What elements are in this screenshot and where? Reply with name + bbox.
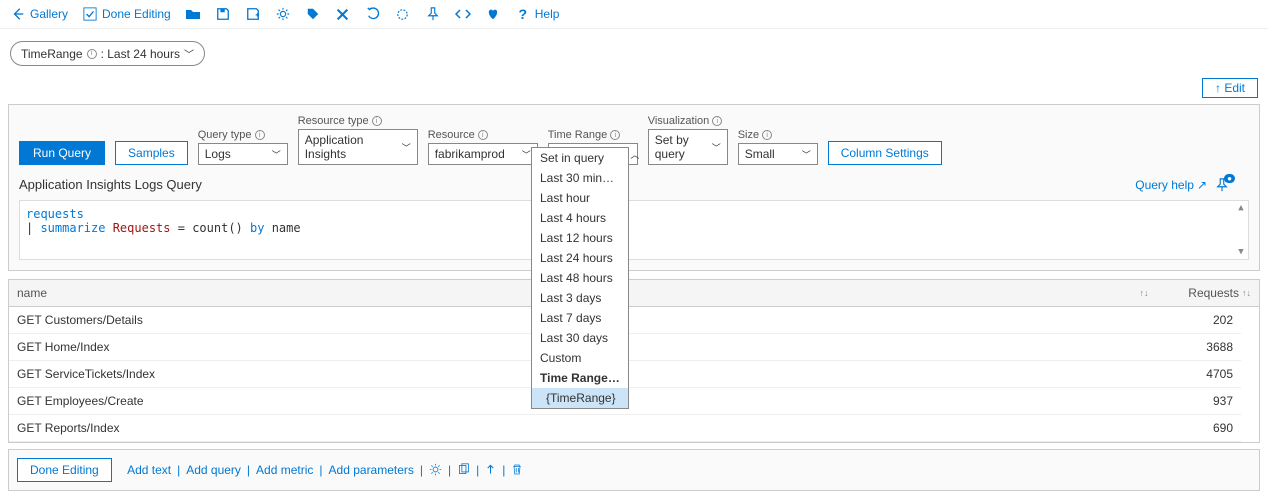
scrollbar[interactable]: ▲▼: [1236, 203, 1246, 257]
dd-option[interactable]: Last 24 hours: [532, 248, 628, 268]
undo-icon[interactable]: [365, 6, 381, 22]
dd-option[interactable]: Last 3 days: [532, 288, 628, 308]
footer-done-editing-button[interactable]: Done Editing: [17, 458, 112, 482]
help-button[interactable]: ? Help: [515, 6, 560, 22]
resource-type-label: Resource type: [298, 115, 369, 127]
query-editor[interactable]: requests | summarize Requests = count() …: [19, 200, 1249, 260]
dd-option[interactable]: Last 7 days: [532, 308, 628, 328]
info-icon: i: [372, 116, 382, 126]
info-icon: i: [87, 49, 97, 59]
results-table: name ↑↓ Requests↑↓ GET Customers/Details…: [8, 279, 1260, 443]
dd-option[interactable]: Set in query: [532, 148, 628, 168]
run-query-button[interactable]: Run Query: [19, 141, 105, 165]
save-icon[interactable]: [215, 6, 231, 22]
external-link-icon: ↗: [1197, 178, 1207, 192]
edit-button[interactable]: ↑ Edit: [1202, 78, 1258, 98]
dd-option[interactable]: Custom: [532, 348, 628, 368]
query-type-label: Query type: [198, 129, 252, 141]
add-metric-link[interactable]: Add metric: [256, 463, 313, 477]
gear-icon[interactable]: [275, 6, 291, 22]
pill-label: TimeRange: [21, 47, 83, 61]
time-range-label: Time Range: [548, 129, 608, 141]
chevron-down-icon: ﹀: [402, 141, 411, 154]
table-row[interactable]: GET Reports/Index690: [9, 415, 1241, 442]
back-arrow-icon: [10, 6, 26, 22]
chevron-down-icon: ﹀: [802, 148, 811, 161]
info-icon: i: [255, 130, 265, 140]
chevron-up-icon: ︿: [630, 148, 639, 161]
done-editing-button[interactable]: Done Editing: [82, 6, 171, 22]
gallery-label: Gallery: [30, 7, 68, 21]
column-header-requests[interactable]: Requests: [1188, 286, 1239, 300]
info-icon: i: [712, 116, 722, 126]
gallery-button[interactable]: Gallery: [10, 6, 68, 22]
dd-option-selected[interactable]: {TimeRange}: [532, 388, 628, 408]
resource-type-dropdown[interactable]: Application Insights﹀: [298, 129, 418, 165]
info-icon: i: [610, 130, 620, 140]
dd-option[interactable]: Last hour: [532, 188, 628, 208]
pin-icon-toolbar[interactable]: [425, 6, 441, 22]
info-icon: i: [478, 130, 488, 140]
size-label: Size: [738, 129, 759, 141]
pin-icon[interactable]: ●: [1215, 178, 1229, 192]
timerange-pill[interactable]: TimeRange i : Last 24 hours ﹀: [10, 41, 205, 66]
copy-icon[interactable]: [457, 463, 470, 477]
open-folder-icon[interactable]: [185, 6, 201, 22]
pill-value: : Last 24 hours: [101, 47, 180, 61]
resource-dropdown[interactable]: fabrikamprod﹀: [428, 143, 538, 165]
sort-icon[interactable]: ↑↓: [1242, 288, 1251, 298]
query-panel: Run Query Samples Query typei Logs﹀ Reso…: [8, 104, 1260, 271]
column-header-name[interactable]: name: [17, 286, 47, 300]
pin-badge: ●: [1224, 174, 1235, 183]
close-icon[interactable]: [335, 6, 351, 22]
resource-label: Resource: [428, 129, 475, 141]
visualization-dropdown[interactable]: Set by query﹀: [648, 129, 728, 165]
dd-option[interactable]: Last 4 hours: [532, 208, 628, 228]
query-type-dropdown[interactable]: Logs﹀: [198, 143, 288, 165]
delete-icon[interactable]: [511, 463, 523, 477]
samples-button[interactable]: Samples: [115, 141, 188, 165]
chevron-down-icon: ﹀: [184, 46, 194, 61]
dd-option[interactable]: Last 12 hours: [532, 228, 628, 248]
checkbox-icon: [82, 6, 98, 22]
time-range-dropdown-menu: Set in query Last 30 minutes Last hour L…: [531, 147, 629, 409]
edit-row: ↑ Edit: [0, 78, 1268, 104]
heart-icon[interactable]: [485, 6, 501, 22]
code-icon[interactable]: [455, 6, 471, 22]
query-help-link[interactable]: Query help ↗: [1135, 178, 1207, 192]
chevron-down-icon: ﹀: [522, 148, 531, 161]
top-toolbar: Gallery Done Editing ? Help: [0, 0, 1268, 29]
dd-option[interactable]: Last 30 days: [532, 328, 628, 348]
question-icon: ?: [515, 6, 531, 22]
dd-option[interactable]: Last 30 minutes: [532, 168, 628, 188]
help-label: Help: [535, 7, 560, 21]
visualization-label: Visualization: [648, 115, 710, 127]
autorefresh-icon[interactable]: [395, 6, 411, 22]
dd-group-header: Time Range Para…: [532, 368, 628, 388]
add-parameters-link[interactable]: Add parameters: [329, 463, 414, 477]
parameter-row: TimeRange i : Last 24 hours ﹀: [0, 29, 1268, 78]
chevron-down-icon: ﹀: [712, 141, 721, 154]
info-icon: i: [762, 130, 772, 140]
chevron-down-icon: ﹀: [272, 148, 281, 161]
dd-option[interactable]: Last 48 hours: [532, 268, 628, 288]
add-query-link[interactable]: Add query: [186, 463, 241, 477]
done-editing-label: Done Editing: [102, 7, 171, 21]
move-up-icon[interactable]: [485, 463, 496, 477]
column-settings-button[interactable]: Column Settings: [828, 141, 942, 165]
sort-icon[interactable]: ↑↓: [1140, 288, 1149, 298]
settings-icon[interactable]: [429, 463, 442, 477]
footer-bar: Done Editing Add text | Add query | Add …: [8, 449, 1260, 491]
add-text-link[interactable]: Add text: [127, 463, 171, 477]
controls-row: Run Query Samples Query typei Logs﹀ Reso…: [19, 115, 1249, 165]
tag-icon[interactable]: [305, 6, 321, 22]
save-as-icon[interactable]: [245, 6, 261, 22]
size-dropdown[interactable]: Small﹀: [738, 143, 818, 165]
